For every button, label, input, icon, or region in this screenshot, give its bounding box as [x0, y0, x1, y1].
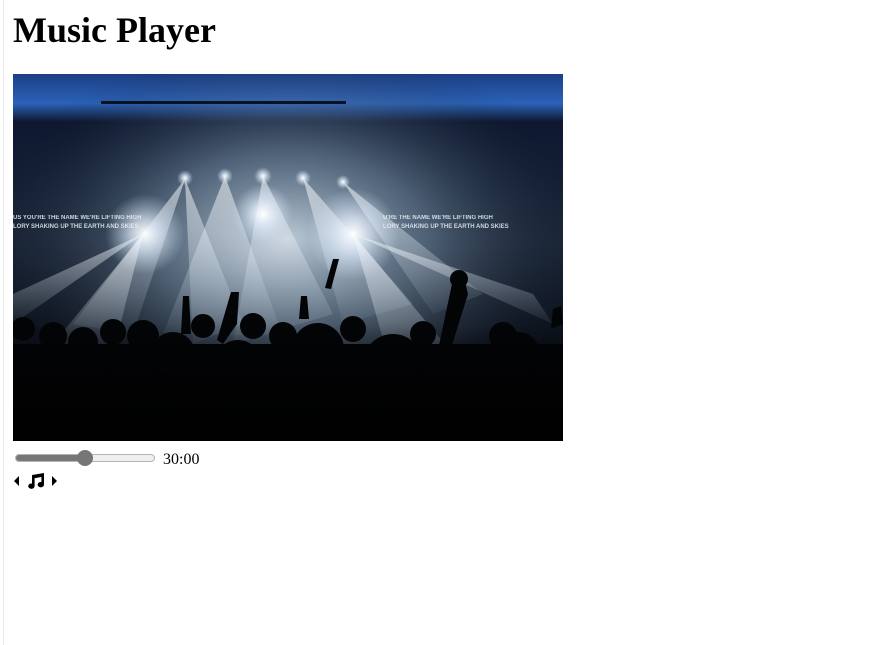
caret-left-icon	[12, 474, 21, 488]
svg-text:U'RE THE NAME WE'RE LIFTING HI: U'RE THE NAME WE'RE LIFTING HIGH	[383, 215, 493, 221]
seek-slider[interactable]	[15, 450, 157, 466]
album-cover-image: US YOU'RE THE NAME WE'RE LIFTING HIGH LO…	[13, 74, 563, 441]
play-button[interactable]	[25, 472, 47, 490]
caret-right-icon	[50, 474, 59, 488]
next-button[interactable]	[50, 474, 59, 488]
music-note-icon	[25, 472, 47, 490]
svg-text:LORY SHAKING UP THE EARTH AND: LORY SHAKING UP THE EARTH AND SKIES	[13, 224, 139, 230]
previous-button[interactable]	[12, 474, 21, 488]
time-display: 30:00	[163, 451, 200, 468]
page-title: Music Player	[13, 10, 216, 50]
player-controls	[12, 472, 59, 490]
svg-text:LORY SHAKING UP THE EARTH AND: LORY SHAKING UP THE EARTH AND SKIES	[383, 224, 509, 230]
seek-thumb[interactable]	[77, 450, 93, 466]
svg-text:US YOU'RE THE NAME WE'RE LIFTI: US YOU'RE THE NAME WE'RE LIFTING HIGH	[13, 215, 141, 221]
seek-fill	[16, 455, 86, 461]
page-left-edge	[3, 0, 4, 645]
